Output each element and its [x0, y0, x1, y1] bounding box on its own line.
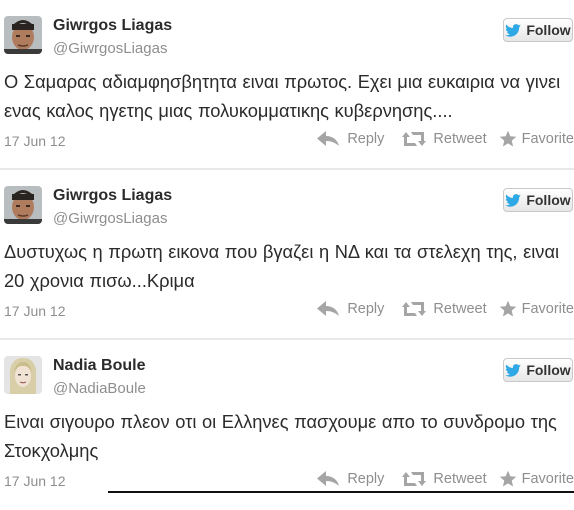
retweet-icon	[402, 472, 427, 486]
favorite-button[interactable]: Favorite	[499, 300, 574, 318]
retweet-label: Retweet	[433, 301, 487, 317]
follow-button[interactable]: Follow	[503, 188, 573, 212]
tweet-actions: Reply Retweet Favorite	[317, 470, 574, 488]
tweet-divider	[0, 168, 574, 170]
tweet-text: Ειναι σιγουρο πλεον οτι οι Ελληνες πασχο…	[4, 411, 557, 461]
reply-label: Reply	[347, 131, 385, 147]
tweet-date[interactable]: 17 Jun 12	[4, 303, 66, 319]
tweet: Giwrgos Liagas @GiwrgosLiagas Follow Δυσ…	[0, 170, 574, 340]
user-avatar[interactable]	[4, 16, 42, 54]
star-icon	[499, 300, 516, 317]
tweet-actions: Reply Retweet Favorite	[317, 130, 574, 148]
man-portrait-icon	[4, 186, 42, 224]
tweet-date[interactable]: 17 Jun 12	[4, 133, 66, 149]
favorite-label: Favorite	[521, 131, 574, 147]
man-portrait-icon	[4, 16, 42, 54]
retweet-button[interactable]: Retweet	[402, 470, 487, 488]
tweet-divider	[0, 338, 574, 340]
reply-button[interactable]: Reply	[317, 301, 384, 317]
bottom-border	[108, 491, 574, 493]
tweet-actions: Reply Retweet Favorite	[317, 300, 574, 318]
user-name[interactable]: Nadia Boule	[53, 357, 145, 375]
retweet-icon	[402, 132, 427, 146]
user-avatar[interactable]	[4, 186, 42, 224]
reply-label: Reply	[347, 471, 385, 487]
woman-portrait-icon	[4, 356, 42, 394]
reply-button[interactable]: Reply	[317, 131, 384, 147]
user-avatar[interactable]	[4, 356, 42, 394]
retweet-label: Retweet	[433, 131, 487, 147]
favorite-label: Favorite	[521, 471, 574, 487]
follow-button[interactable]: Follow	[503, 18, 573, 42]
reply-arrow-icon	[317, 131, 340, 146]
star-icon	[499, 470, 516, 487]
tweet: Giwrgos Liagas @GiwrgosLiagas Follow Ο Σ…	[0, 0, 574, 170]
user-handle[interactable]: @NadiaBoule	[53, 380, 146, 397]
follow-button[interactable]: Follow	[503, 358, 573, 382]
twitter-bird-icon	[505, 363, 522, 377]
tweet-text: Δυστυχως η πρωτη εικονα που βγαζει η ΝΔ …	[4, 241, 560, 291]
tweet-date[interactable]: 17 Jun 12	[4, 473, 66, 489]
star-icon	[499, 130, 516, 147]
retweet-label: Retweet	[433, 471, 487, 487]
favorite-label: Favorite	[521, 301, 574, 317]
favorite-button[interactable]: Favorite	[499, 470, 574, 488]
user-handle[interactable]: @GiwrgosLiagas	[53, 40, 167, 57]
tweet-text: Ο Σαμαρας αδιαμφησβητητα ειναι πρωτος. Ε…	[4, 71, 561, 121]
reply-arrow-icon	[317, 301, 340, 316]
tweet: Nadia Boule @NadiaBoule Follow Ειναι σιγ…	[0, 340, 574, 510]
favorite-button[interactable]: Favorite	[499, 130, 574, 148]
twitter-bird-icon	[505, 23, 522, 37]
retweet-button[interactable]: Retweet	[402, 130, 487, 148]
user-name[interactable]: Giwrgos Liagas	[53, 17, 172, 35]
reply-arrow-icon	[317, 471, 340, 486]
user-name[interactable]: Giwrgos Liagas	[53, 187, 172, 205]
retweet-button[interactable]: Retweet	[402, 300, 487, 318]
follow-label: Follow	[526, 192, 571, 208]
follow-label: Follow	[526, 362, 571, 378]
reply-button[interactable]: Reply	[317, 471, 384, 487]
reply-label: Reply	[347, 301, 385, 317]
follow-label: Follow	[526, 22, 571, 38]
retweet-icon	[402, 302, 427, 316]
twitter-bird-icon	[505, 193, 522, 207]
user-handle[interactable]: @GiwrgosLiagas	[53, 210, 167, 227]
